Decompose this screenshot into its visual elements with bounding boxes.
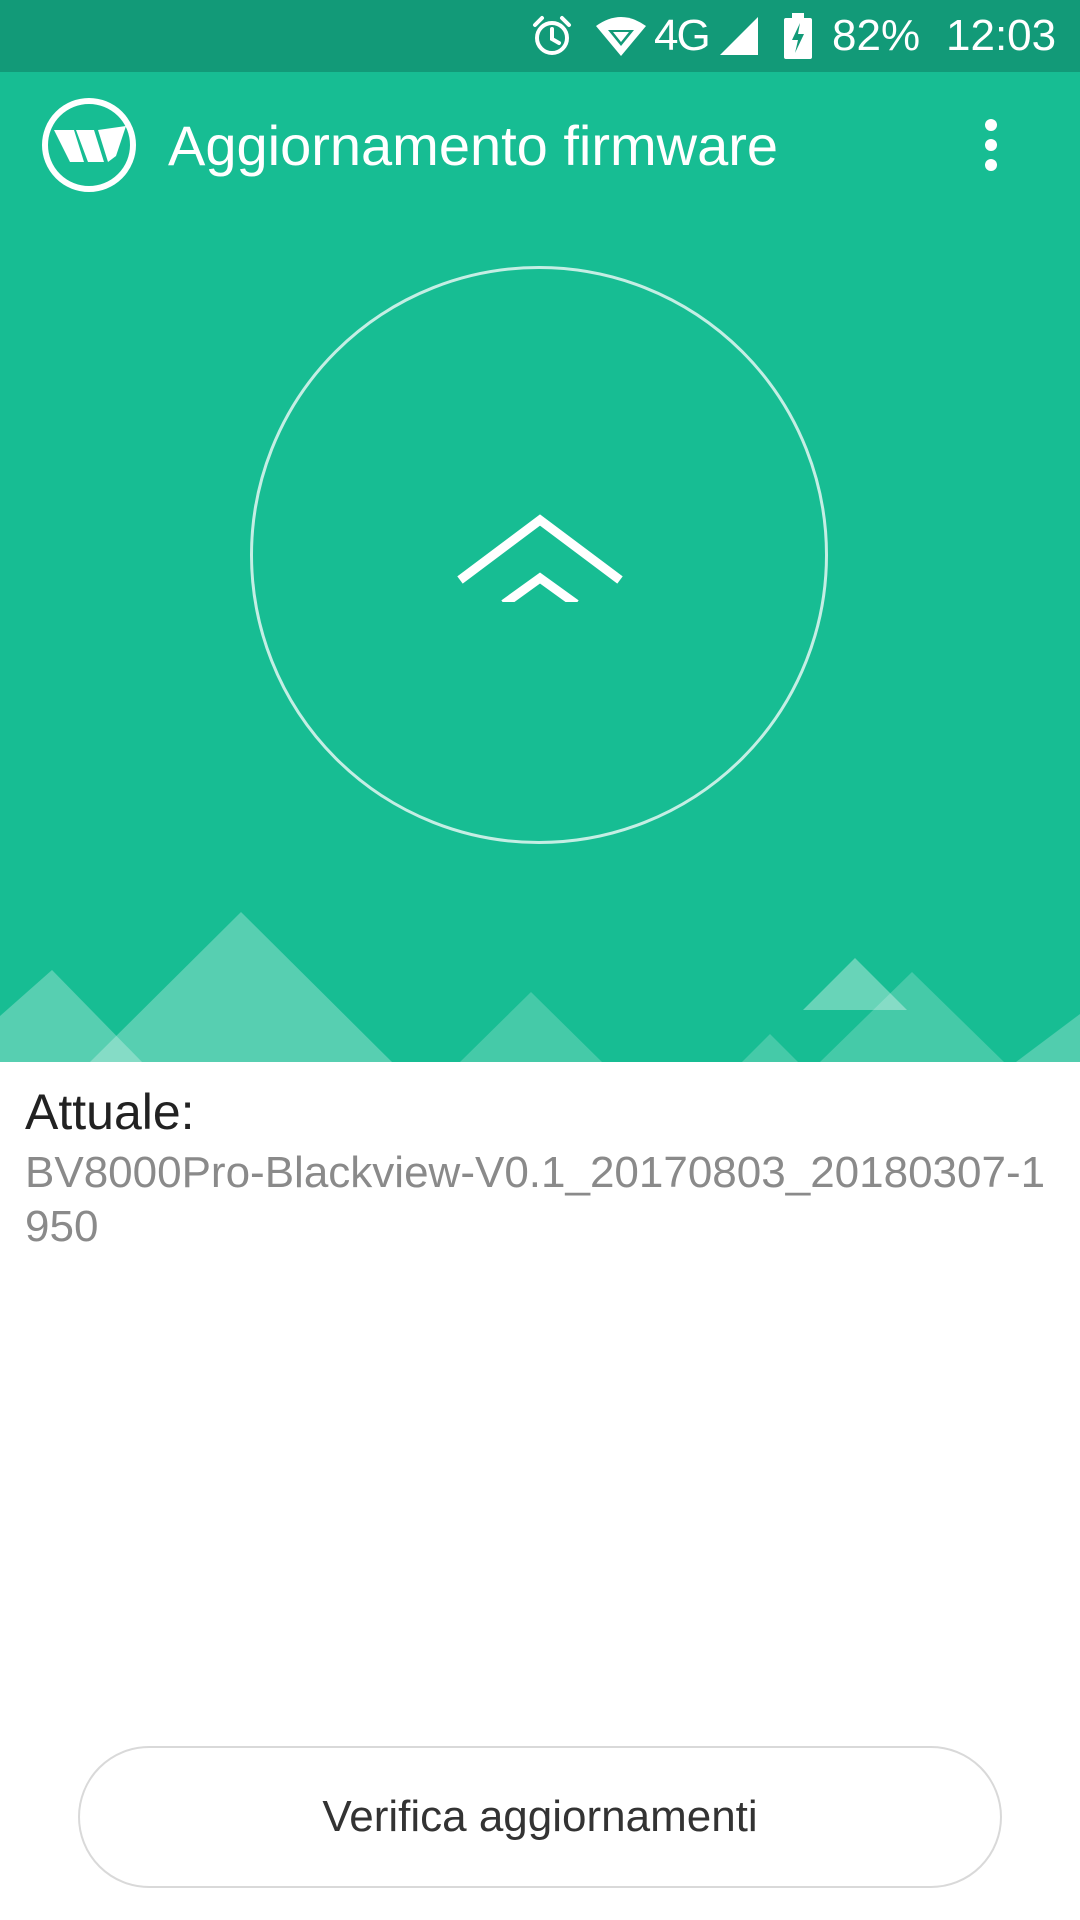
network-type: 4G	[654, 11, 711, 60]
more-vert-icon[interactable]	[966, 108, 1016, 182]
battery-charging-icon	[784, 0, 812, 72]
battery-percent: 82%	[832, 11, 921, 60]
firmware-info: Attuale: BV8000Pro-Blackview-V0.1_201708…	[25, 1082, 1055, 1254]
current-version-label: Attuale:	[25, 1084, 195, 1140]
hero-panel: Aggiornamento firmware	[0, 72, 1080, 1062]
wifi-icon	[594, 0, 648, 72]
signal-icon	[718, 0, 760, 72]
clock: 12:03	[946, 11, 1057, 60]
check-updates-button[interactable]: Verifica aggiornamenti	[78, 1746, 1002, 1888]
current-version-value: BV8000Pro-Blackview-V0.1_20170803_201803…	[25, 1148, 1046, 1251]
alarm-icon	[530, 0, 574, 72]
wave-logo-icon	[40, 96, 138, 194]
double-chevron-up-icon	[456, 512, 624, 608]
status-bar: 4G 82% 12:03	[0, 0, 1080, 72]
firmware-update-screen: 4G 82% 12:03 Aggiornamento firmware Attu…	[0, 0, 1080, 1920]
page-title: Aggiornamento firmware	[168, 114, 779, 177]
